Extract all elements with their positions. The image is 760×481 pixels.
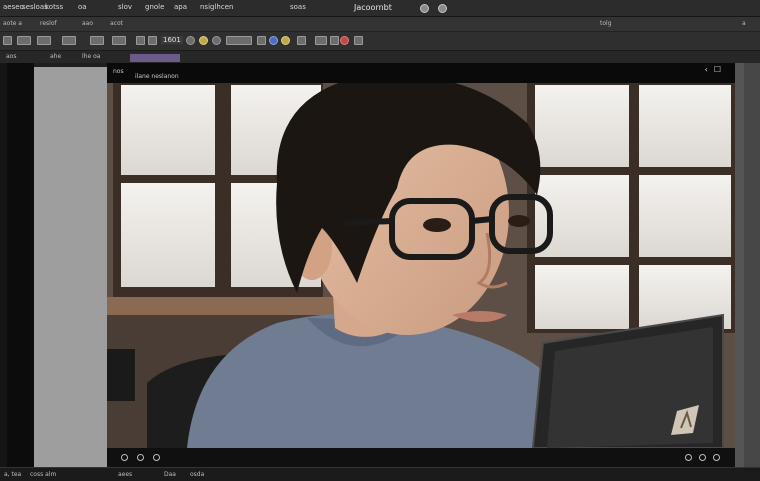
back-icon[interactable]: ‹ <box>705 65 714 74</box>
side-panel <box>34 67 107 467</box>
toolbar-item-5[interactable]: tolg <box>600 20 612 27</box>
toolbar-main: 1601 <box>0 32 760 51</box>
toolbar-item-4[interactable]: acot <box>110 20 123 27</box>
tool-icon[interactable] <box>199 36 208 45</box>
toolbar-item-3[interactable]: aao <box>82 20 93 27</box>
tool-icon[interactable] <box>136 36 145 45</box>
tool-icon[interactable] <box>269 36 278 45</box>
status-item-5: osda <box>190 471 205 478</box>
tool-icon[interactable] <box>354 36 363 45</box>
play-icon[interactable] <box>121 454 128 461</box>
tool-icon[interactable] <box>257 36 266 45</box>
menu-item-6[interactable]: gnole <box>145 3 164 11</box>
menu-item-1[interactable]: aeseo <box>3 3 24 11</box>
tool-icon[interactable] <box>148 36 157 45</box>
grid-icon[interactable] <box>699 454 706 461</box>
viewer-controls <box>107 448 735 467</box>
viewer-window-controls[interactable]: ‹☐ <box>705 65 727 74</box>
tool-icon[interactable] <box>186 36 195 45</box>
left-panel <box>7 63 34 467</box>
tab-2[interactable]: ahe <box>50 53 61 61</box>
photo-canvas <box>107 83 735 448</box>
tool-icon[interactable] <box>212 36 221 45</box>
status-item-3[interactable]: aees <box>118 471 132 478</box>
viewer-subtitle: ilane neslanon <box>135 73 179 80</box>
app-title: Jacoornbt <box>354 3 392 12</box>
status-item-4: Daa <box>164 471 176 478</box>
menu-item-2[interactable]: sesloas <box>22 3 48 11</box>
tool-icon[interactable] <box>281 36 290 45</box>
menu-item-9[interactable]: soas <box>290 3 306 11</box>
tab-active-highlight[interactable] <box>130 54 180 62</box>
left-toolbar <box>0 63 7 467</box>
tool-icon[interactable] <box>90 36 104 45</box>
toolbar-item-1[interactable]: aote a <box>3 20 22 27</box>
menu-item-4[interactable]: oa <box>78 3 87 11</box>
zoom-icon[interactable] <box>685 454 692 461</box>
status-bar: a, tea coss alm aees Daa osda <box>0 467 760 481</box>
tab-3[interactable]: lhe oa <box>82 53 100 61</box>
right-scrollbar[interactable] <box>744 63 760 467</box>
tool-icon[interactable] <box>315 36 327 45</box>
menu-bar: aeseo sesloas kotss oa slov gnole apa ns… <box>0 0 760 17</box>
menu-item-8[interactable]: nsiglhcen <box>200 3 233 11</box>
tab-1[interactable]: aos <box>6 53 16 61</box>
stop-icon[interactable] <box>137 454 144 461</box>
viewer-title: nos <box>113 68 124 75</box>
tool-icon[interactable] <box>112 36 126 45</box>
status-item-2: coss alm <box>30 471 57 478</box>
toolbar-item-2[interactable]: reslof <box>40 20 57 27</box>
menu-item-7[interactable]: apa <box>174 3 187 11</box>
fit-icon[interactable] <box>713 454 720 461</box>
window-right <box>527 83 735 333</box>
tool-icon[interactable] <box>226 36 252 45</box>
toolbar-top: aote a reslof aao acot tolg a <box>0 17 760 32</box>
globe-icon[interactable] <box>420 4 429 13</box>
status-item-1: a, tea <box>4 471 22 478</box>
tool-icon[interactable] <box>62 36 76 45</box>
menu-item-5[interactable]: slov <box>118 3 132 11</box>
tool-icon[interactable] <box>297 36 306 45</box>
menu-item-3[interactable]: kotss <box>45 3 63 11</box>
settings-icon[interactable] <box>438 4 447 13</box>
loop-icon[interactable] <box>153 454 160 461</box>
toolbar-item-6[interactable]: a <box>742 20 746 27</box>
record-icon[interactable] <box>340 36 349 45</box>
maximize-icon[interactable]: ☐ <box>714 65 727 74</box>
tool-icon[interactable] <box>37 36 51 45</box>
panel-tabs: aos ahe lhe oa <box>0 51 760 63</box>
tool-icon[interactable] <box>17 36 31 45</box>
tool-icon[interactable] <box>3 36 12 45</box>
frame-field[interactable]: 1601 <box>161 36 183 44</box>
image-viewer: nos ilane neslanon ‹☐ <box>107 63 735 467</box>
tool-icon[interactable] <box>330 36 339 45</box>
